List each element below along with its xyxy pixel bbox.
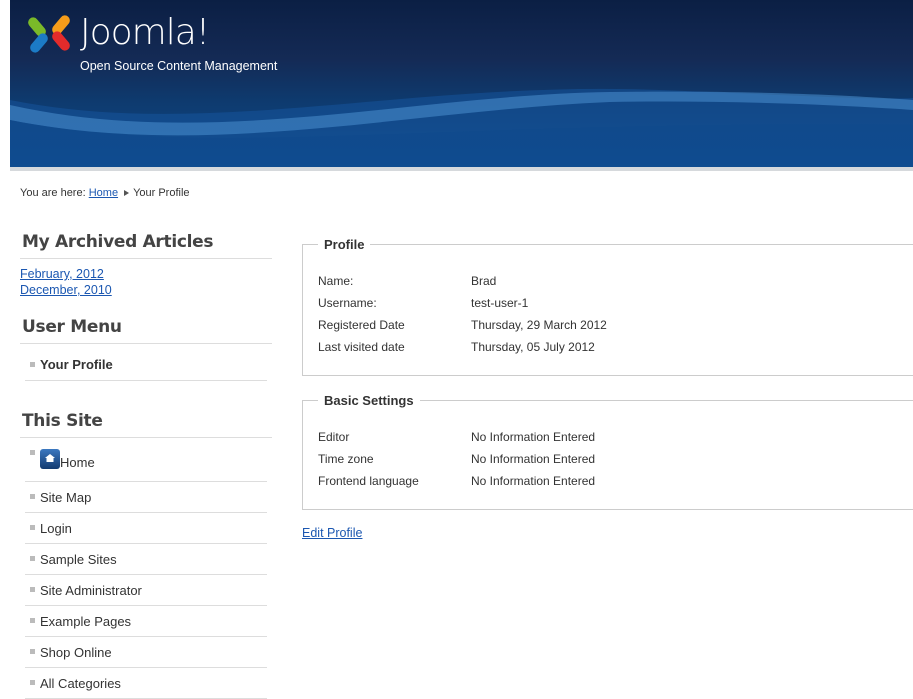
- settings-row: Editor No Information Entered: [318, 426, 913, 448]
- menu-item-example-pages[interactable]: Example Pages: [25, 606, 267, 637]
- field-value: Brad: [471, 274, 497, 288]
- module-title: My Archived Articles: [20, 232, 272, 259]
- breadcrumb: You are here: Home Your Profile: [20, 187, 190, 199]
- archived-articles-module: My Archived Articles February, 2012 Dece…: [20, 232, 272, 298]
- menu-item-label: Sample Sites: [40, 552, 117, 567]
- field-label: Username:: [318, 296, 377, 310]
- field-label: Editor: [318, 430, 350, 444]
- profile-fieldset: Profile Name: Brad Username: test-user-1 R…: [302, 237, 913, 376]
- basic-settings-fieldset: Basic Settings Editor No Information Ente…: [302, 393, 913, 510]
- field-label: Time zone: [318, 452, 374, 466]
- breadcrumb-home-link[interactable]: Home: [89, 187, 118, 199]
- menu-item-label: Site Map: [40, 490, 92, 505]
- field-value: test-user-1: [471, 296, 529, 310]
- field-value: Thursday, 29 March 2012: [471, 318, 607, 332]
- menu-item-label: Site Administrator: [40, 583, 142, 598]
- field-label: Registered Date: [318, 318, 405, 332]
- menu-item-label: Example Pages: [40, 614, 132, 629]
- module-title: This Site: [20, 411, 272, 438]
- user-menu-module: User Menu Your Profile: [20, 317, 272, 381]
- fieldset-legend: Profile: [324, 237, 365, 252]
- menu-item-home[interactable]: Home: [25, 438, 267, 482]
- menu-item-shop-online[interactable]: Shop Online: [25, 637, 267, 668]
- breadcrumb-arrow-icon: [124, 190, 130, 196]
- field-label: Last visited date: [318, 340, 405, 354]
- menu-item-label: Login: [40, 521, 72, 536]
- settings-row: Time zone No Information Entered: [318, 448, 913, 470]
- archive-link[interactable]: February, 2012: [20, 266, 272, 282]
- joomla-logo-icon: [28, 15, 70, 53]
- menu-item-label: Shop Online: [40, 645, 112, 660]
- site-header: Joomla! Open Source Content Management: [10, 0, 913, 167]
- module-title: User Menu: [20, 317, 272, 344]
- home-icon: [40, 449, 60, 469]
- header-divider: [10, 167, 913, 171]
- field-value: No Information Entered: [471, 430, 596, 444]
- menu-item-label: Your Profile: [40, 357, 113, 372]
- menu-item-sample-sites[interactable]: Sample Sites: [25, 544, 267, 575]
- menu-item-login[interactable]: Login: [25, 513, 267, 544]
- field-value: Thursday, 05 July 2012: [471, 340, 595, 354]
- site-tagline: Open Source Content Management: [80, 59, 278, 73]
- profile-row: Username: test-user-1: [318, 292, 913, 314]
- menu-item-label: Home: [60, 455, 95, 470]
- edit-profile-link[interactable]: Edit Profile: [302, 526, 362, 540]
- settings-row: Frontend language No Information Entered: [318, 470, 913, 492]
- profile-row: Last visited date Thursday, 05 July 2012: [318, 336, 913, 358]
- breadcrumb-current: Your Profile: [133, 187, 190, 199]
- breadcrumb-prefix: You are here:: [20, 187, 86, 199]
- field-value: No Information Entered: [471, 474, 596, 488]
- profile-row: Registered Date Thursday, 29 March 2012: [318, 314, 913, 336]
- field-value: No Information Entered: [471, 452, 596, 466]
- menu-item-site-administrator[interactable]: Site Administrator: [25, 575, 267, 606]
- menu-item-label: All Categories: [40, 676, 121, 691]
- menu-item-your-profile[interactable]: Your Profile: [25, 344, 267, 381]
- field-label: Name:: [318, 274, 354, 288]
- field-label: Frontend language: [318, 474, 419, 488]
- profile-row: Name: Brad: [318, 270, 913, 292]
- menu-item-site-map[interactable]: Site Map: [25, 482, 267, 513]
- archive-link[interactable]: December, 2010: [20, 282, 272, 298]
- fieldset-legend: Basic Settings: [324, 393, 414, 408]
- this-site-module: This Site Home Site Map Login Sample Sit…: [20, 411, 272, 699]
- menu-item-all-categories[interactable]: All Categories: [25, 668, 267, 699]
- logo-text: Joomla!: [80, 12, 210, 53]
